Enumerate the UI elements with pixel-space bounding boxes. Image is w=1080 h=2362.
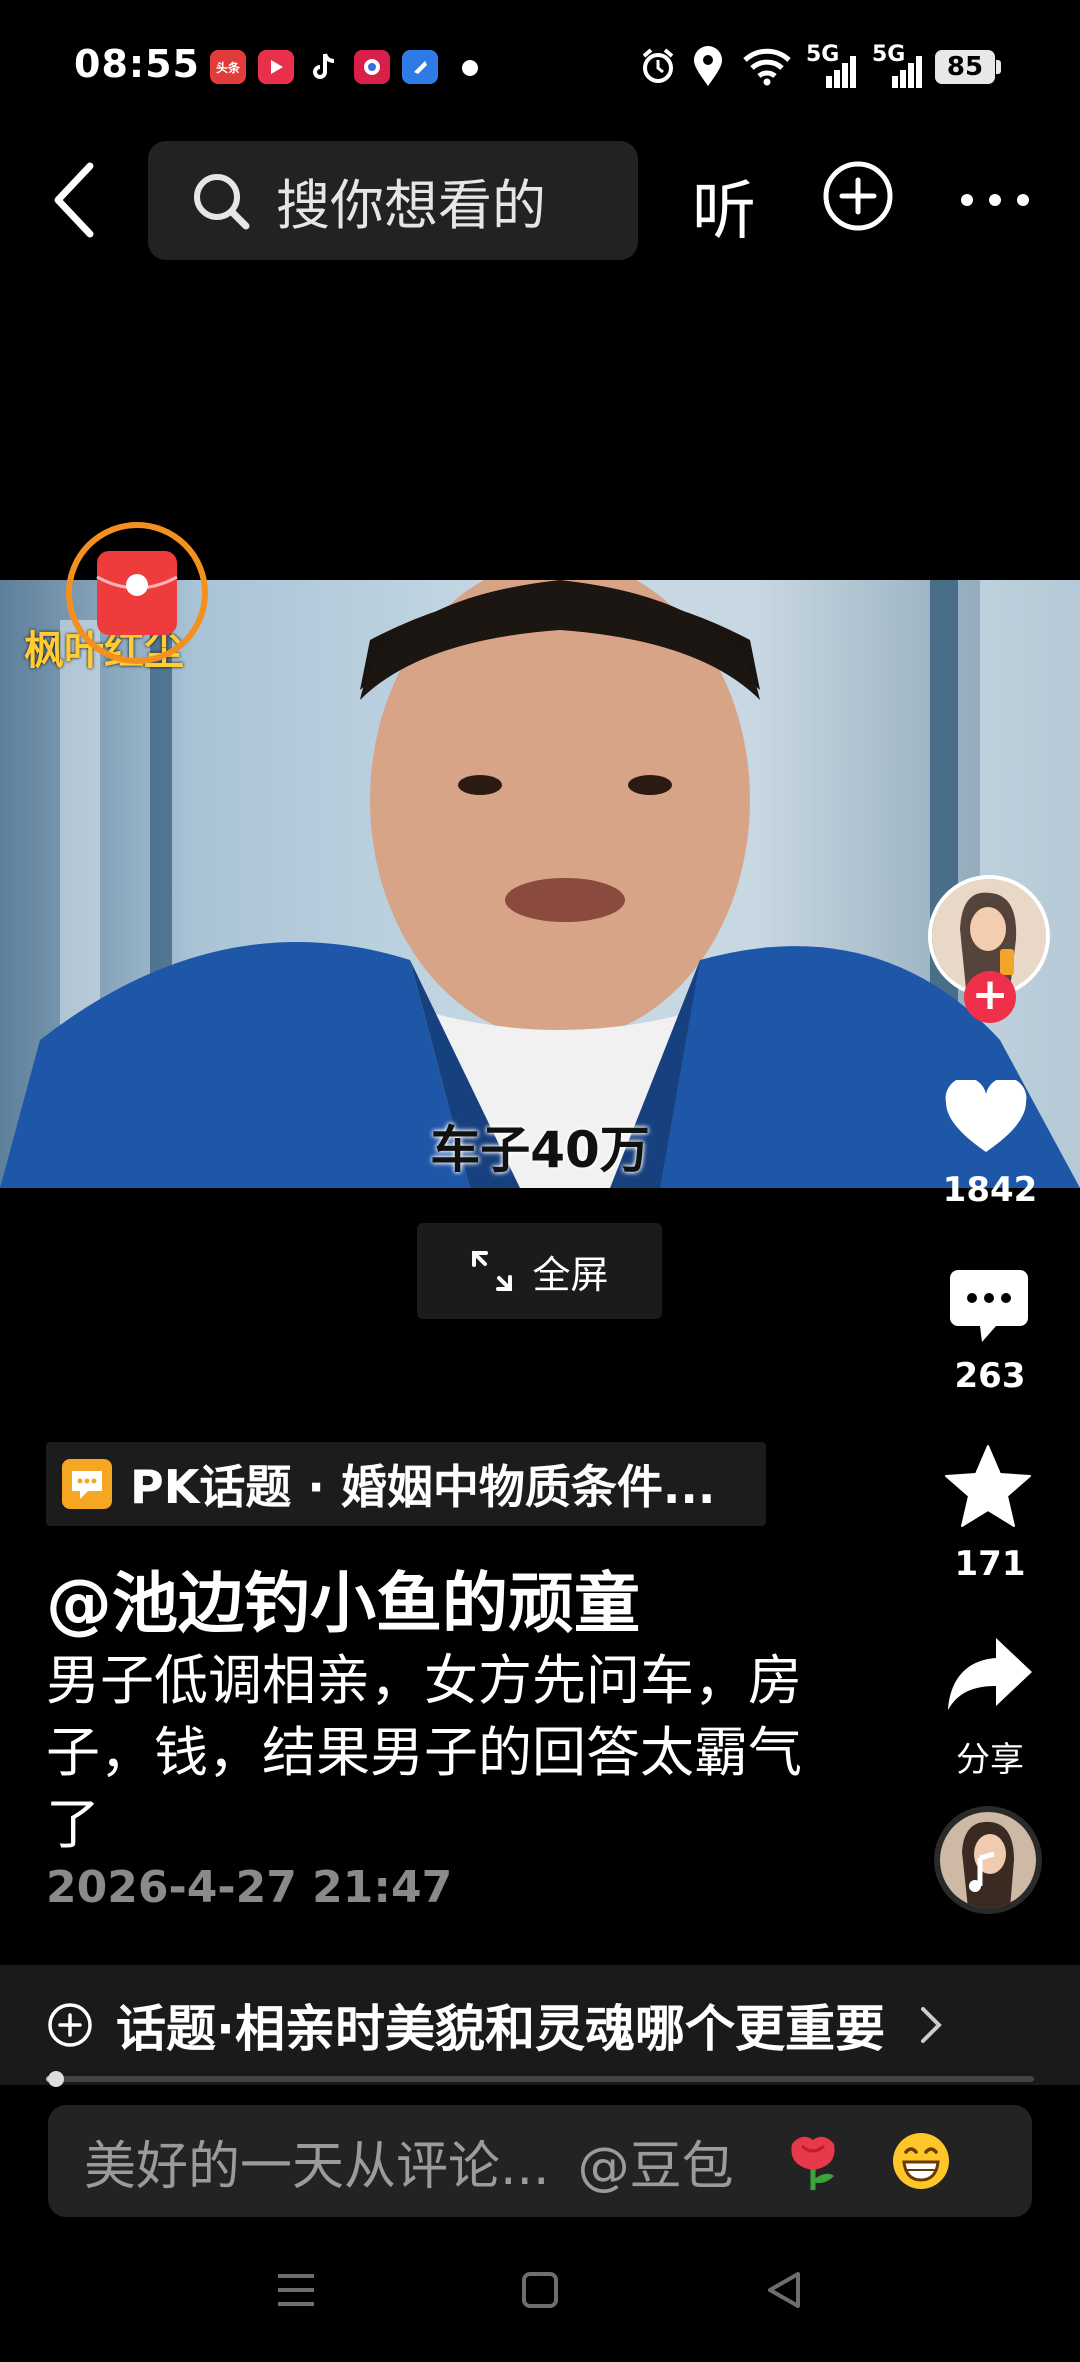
search-icon: [194, 173, 250, 229]
comment-input-bar[interactable]: 美好的一天从评论... @豆包: [48, 2105, 1032, 2217]
location-icon: [694, 46, 722, 86]
add-circle-icon[interactable]: [822, 160, 894, 232]
comment-icon[interactable]: [948, 1268, 1030, 1344]
expand-icon: [472, 1251, 513, 1291]
comment-count: 263: [954, 1356, 1026, 1396]
favorite-star-icon[interactable]: [944, 1444, 1032, 1528]
video-progress-handle[interactable]: [47, 2071, 64, 2087]
search-box[interactable]: 搜你想看的: [148, 141, 638, 260]
home-nav-icon[interactable]: [520, 2270, 560, 2310]
more-options-icon[interactable]: [955, 180, 1035, 220]
back-button[interactable]: [48, 160, 104, 240]
alarm-icon: [642, 48, 674, 83]
back-nav-icon[interactable]: [764, 2270, 804, 2310]
related-topic-bar[interactable]: 话题·相亲时美貌和灵魂哪个更重要: [0, 1965, 1080, 2085]
music-cover-image: [940, 1812, 1036, 1908]
listen-button[interactable]: 听: [692, 160, 756, 252]
pk-topic-label: PK话题 · 婚姻中物质条件...: [130, 1460, 716, 1514]
rose-emoji-icon[interactable]: [782, 2130, 844, 2192]
topic-add-icon: [48, 2003, 92, 2047]
battery-level: 85: [935, 50, 995, 84]
pk-topic-tag[interactable]: PK话题 · 婚姻中物质条件...: [46, 1442, 766, 1526]
post-time: 2026-4-27 21:47: [46, 1862, 453, 1913]
status-time: 08:55: [74, 42, 200, 86]
toutiao-app-icon: 头条: [210, 50, 246, 84]
signal-icon-1: [826, 56, 856, 88]
search-placeholder: 搜你想看的: [276, 174, 546, 237]
video-progress-track[interactable]: [46, 2076, 1034, 2082]
author-name[interactable]: @池边钓小鱼的顽童: [46, 1550, 640, 1646]
post-description: 男子低调相亲，女方先问车，房子，钱，结果男子的回答太霸气了: [46, 1649, 802, 1856]
like-heart-icon[interactable]: [944, 1080, 1028, 1156]
like-count: 1842: [942, 1170, 1038, 1210]
related-topic-label: 话题·相亲时美貌和灵魂哪个更重要: [116, 2000, 885, 2058]
video-subtitle: 车子40万: [430, 1121, 650, 1179]
fullscreen-label: 全屏: [532, 1252, 609, 1297]
red-envelope-icon: [96, 551, 178, 635]
more-notifications-dot: [462, 60, 478, 76]
grin-emoji-icon[interactable]: [890, 2130, 952, 2192]
comment-placeholder: 美好的一天从评论...: [84, 2136, 550, 2197]
mention-doubao-button[interactable]: @豆包: [578, 2124, 734, 2199]
game-app-icon: [354, 50, 390, 84]
wifi-icon: [743, 48, 791, 86]
menu-nav-icon[interactable]: [276, 2270, 316, 2310]
video-app-icon: [258, 50, 294, 84]
chevron-right-icon: [921, 2007, 942, 2043]
favorite-count: 171: [954, 1544, 1026, 1584]
signal-icon-2: [892, 56, 922, 88]
tiktok-app-icon: [306, 50, 342, 84]
music-disc[interactable]: [934, 1806, 1042, 1914]
share-label: 分享: [956, 1740, 1024, 1780]
red-packet-button[interactable]: [66, 522, 208, 664]
status-bar: 08:55 头条 5G 5G 85: [0, 0, 1080, 130]
share-arrow-icon[interactable]: [946, 1636, 1034, 1712]
pk-chat-icon: [62, 1459, 112, 1509]
follow-button[interactable]: +: [964, 971, 1016, 1023]
fullscreen-button[interactable]: 全屏: [417, 1223, 662, 1319]
blue-app-icon: [402, 50, 438, 84]
battery-tip: [996, 60, 1001, 74]
